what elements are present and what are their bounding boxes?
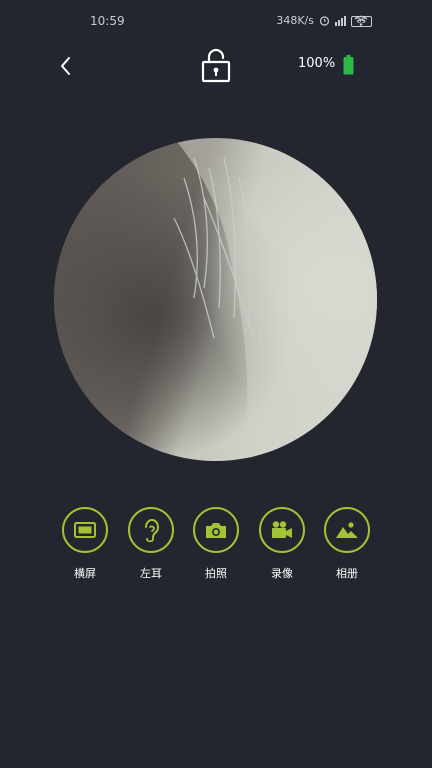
record-button[interactable]: 录像 (259, 507, 305, 587)
landscape-icon (74, 522, 96, 538)
photo-label: 拍照 (205, 567, 227, 580)
network-speed: 348K/s (276, 14, 314, 27)
ear-side-button[interactable]: 左耳 (128, 507, 174, 587)
battery-icon (343, 55, 354, 75)
back-button[interactable] (54, 52, 78, 80)
alarm-icon (319, 16, 330, 26)
ear-canal-image (54, 138, 377, 461)
camera-preview[interactable] (54, 138, 377, 461)
status-battery-icon: 35 (351, 16, 372, 27)
album-label: 相册 (336, 567, 358, 580)
battery-percent: 100% (298, 56, 336, 71)
back-arrow-icon (61, 57, 70, 75)
album-icon (336, 522, 358, 538)
signal-icon (335, 16, 346, 26)
status-time: 10:59 (90, 14, 125, 28)
ear-icon (145, 519, 159, 542)
lock-button[interactable] (199, 47, 233, 83)
record-label: 录像 (271, 567, 293, 580)
video-camera-icon (272, 521, 292, 538)
lock-icon (201, 48, 231, 83)
camera-icon (206, 522, 226, 538)
top-bar: 100% (0, 44, 432, 88)
control-bar: 横屏 左耳 拍照 录像 相册 (0, 507, 432, 587)
album-button[interactable]: 相册 (324, 507, 370, 587)
landscape-label: 横屏 (74, 567, 96, 580)
landscape-button[interactable]: 横屏 (62, 507, 108, 587)
status-bar: 10:59 348K/s 35 (0, 0, 432, 44)
ear-side-label: 左耳 (140, 567, 162, 580)
photo-button[interactable]: 拍照 (193, 507, 239, 587)
